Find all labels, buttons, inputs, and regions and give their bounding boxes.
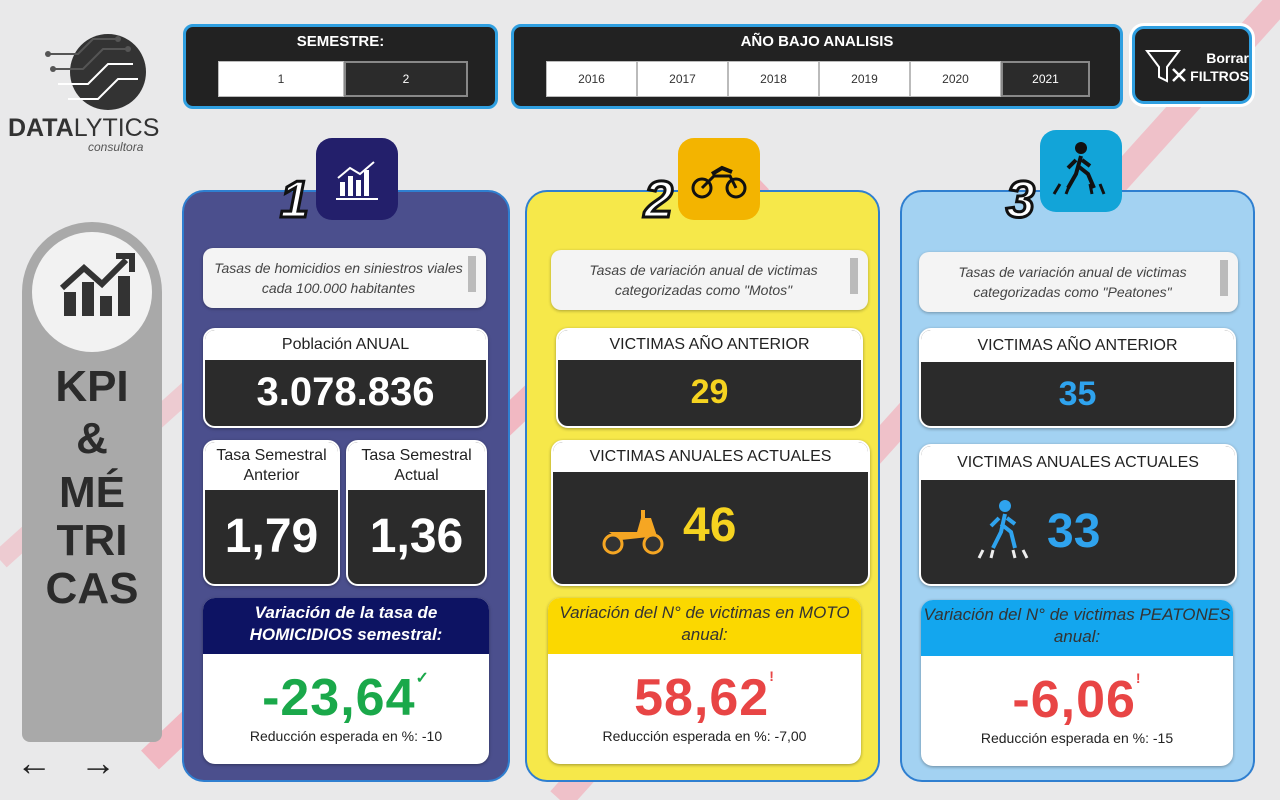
panel3-expected: Reducción esperada en %: -15 [980, 730, 1174, 746]
panel3-number: 3 [1005, 170, 1037, 231]
warning-icon: ! [769, 668, 775, 684]
panel3-description: Tasas de variación anual de victimas cat… [919, 252, 1238, 312]
panel1-description: Tasas de homicidios en siniestros viales… [203, 248, 486, 308]
peatones-prev-card: VICTIMAS AÑO ANTERIOR 35 [919, 328, 1236, 428]
scrollbar[interactable] [468, 256, 476, 292]
clear-filters-label: Borrar FILTROS [1190, 50, 1249, 84]
panel2-variation-title: Variación del N° de victimas en MOTO anu… [548, 598, 861, 654]
check-icon: ✓ [415, 670, 430, 687]
population-card: Población ANUAL 3.078.836 [203, 328, 488, 428]
anio-option-2020[interactable]: 2020 [910, 61, 1001, 97]
motos-prev-value: 29 [690, 373, 729, 411]
arrow-left-icon[interactable]: ← [16, 742, 52, 784]
walking-icon [977, 500, 1029, 559]
panel2-description: Tasas de variación anual de victimas cat… [551, 250, 868, 310]
prev-rate-value: 1,79 [224, 510, 319, 563]
panel1-variation-value: -23,64✓ [262, 669, 430, 727]
anio-option-2019[interactable]: 2019 [819, 61, 910, 97]
semestre-title: SEMESTRE: [296, 33, 385, 50]
peatones-curr-label: VICTIMAS ANUALES ACTUALES [921, 446, 1235, 480]
filter-clear-icon [1145, 50, 1186, 83]
pedestrian-crossing-icon [1052, 142, 1106, 195]
motorcycle-icon [691, 165, 747, 199]
panel3-variation-card: Variación del N° de victimas PEATONES an… [921, 600, 1233, 766]
panel1-variation-title: Variación de la tasa de HOMICIDIOS semes… [203, 598, 489, 654]
warning-icon: ! [1135, 670, 1142, 686]
motos-prev-label: VICTIMAS AÑO ANTERIOR [558, 330, 861, 360]
peatones-prev-value: 35 [1058, 375, 1097, 413]
population-value: 3.078.836 [256, 370, 435, 414]
anio-title: AÑO BAJO ANALISIS [740, 33, 894, 50]
anio-option-2018[interactable]: 2018 [728, 61, 819, 97]
semestre-option-2[interactable]: 2 [344, 61, 468, 97]
panel1-variation-card: Variación de la tasa de HOMICIDIOS semes… [203, 598, 489, 764]
panel3-badge [1040, 130, 1122, 212]
population-label: Población ANUAL [205, 330, 486, 360]
semestre-option-1[interactable]: 1 [218, 61, 344, 97]
brand-name: DATALYTICS [8, 114, 160, 142]
brand-logo: DATALYTICS consultora [8, 14, 178, 159]
panel2-expected: Reducción esperada en %: -7,00 [602, 728, 807, 744]
trend-up-icon [59, 253, 135, 316]
anio-filter: AÑO BAJO ANALISIS 2016 2017 2018 2019 20… [511, 24, 1123, 109]
circuit-logo-icon [45, 34, 146, 110]
prev-rate-label: Tasa Semestral Anterior [205, 442, 338, 490]
motos-curr-value: 46 [683, 499, 737, 552]
arrow-right-icon[interactable]: → [80, 742, 116, 784]
kpi-word-4: TRI [56, 516, 128, 565]
scrollbar[interactable] [850, 258, 858, 294]
kpi-word-5: CAS [45, 564, 139, 613]
semestre-filter: SEMESTRE: 1 2 [183, 24, 498, 109]
chart-icon [336, 161, 378, 200]
scrollbar[interactable] [1220, 260, 1228, 296]
motos-curr-card: VICTIMAS ANUALES ACTUALES 46 [551, 440, 870, 586]
prev-rate-card: Tasa Semestral Anterior 1,79 [203, 440, 340, 586]
panel2-number: 2 [643, 170, 675, 231]
panel1-number: 1 [279, 170, 311, 231]
kpi-circle [32, 232, 152, 352]
panel3-variation-title: Variación del N° de victimas PEATONES an… [921, 600, 1233, 656]
scooter-icon [602, 510, 664, 555]
panel2-variation-card: Variación del N° de victimas en MOTO anu… [548, 598, 861, 764]
curr-rate-label: Tasa Semestral Actual [348, 442, 485, 490]
panel3-variation-value: -6,06! [1012, 670, 1142, 729]
curr-rate-card: Tasa Semestral Actual 1,36 [346, 440, 487, 586]
clear-filters-button[interactable]: Borrar FILTROS [1132, 26, 1252, 104]
motos-prev-card: VICTIMAS AÑO ANTERIOR 29 [556, 328, 863, 428]
motos-curr-label: VICTIMAS ANUALES ACTUALES [553, 442, 868, 472]
anio-option-2017[interactable]: 2017 [637, 61, 728, 97]
brand-sub: consultora [88, 140, 144, 154]
anio-option-2016[interactable]: 2016 [546, 61, 637, 97]
panel2-badge [678, 138, 760, 220]
peatones-curr-card: VICTIMAS ANUALES ACTUALES 33 [919, 444, 1237, 586]
peatones-prev-label: VICTIMAS AÑO ANTERIOR [921, 330, 1234, 362]
kpi-word-3: MÉ [59, 468, 125, 517]
kpi-side-banner: KPI & MÉ TRI CAS [22, 222, 162, 742]
panel1-expected: Reducción esperada en %: -10 [249, 728, 443, 744]
peatones-curr-value: 33 [1047, 505, 1101, 558]
kpi-word-2: & [76, 414, 108, 463]
panel1-badge [316, 138, 398, 220]
anio-option-2021[interactable]: 2021 [1001, 61, 1090, 97]
curr-rate-value: 1,36 [369, 510, 464, 563]
panel2-variation-value: 58,62! [634, 668, 775, 727]
kpi-word-1: KPI [55, 362, 129, 411]
